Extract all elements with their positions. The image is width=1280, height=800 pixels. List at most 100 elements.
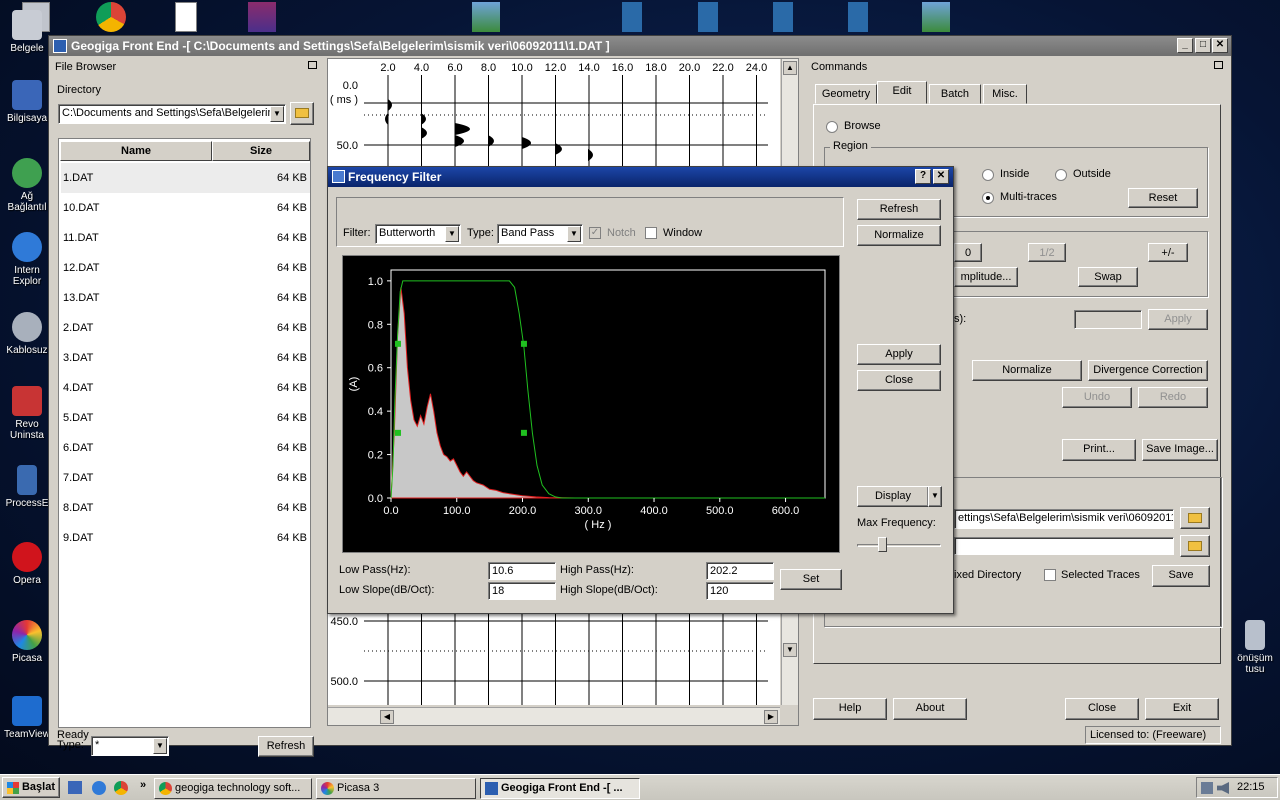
desktop-icon-documents[interactable]: Belgele: [4, 10, 50, 54]
notch-checkbox[interactable]: ✓: [589, 227, 601, 239]
scroll-right-arrow[interactable]: ▶: [764, 710, 778, 724]
browse-radio[interactable]: [826, 121, 838, 133]
dialog-close-button[interactable]: Close: [857, 370, 941, 391]
selected-traces-checkbox[interactable]: [1044, 569, 1056, 581]
browse-folder-button[interactable]: [290, 102, 314, 125]
display-menu-button[interactable]: ▼: [928, 486, 942, 507]
swap-button[interactable]: Swap: [1078, 267, 1138, 287]
quicklaunch-desktop-icon[interactable]: [68, 781, 82, 794]
folder-icon[interactable]: [698, 2, 718, 32]
max-frequency-slider[interactable]: [857, 535, 941, 555]
dialog-normalize-button[interactable]: Normalize: [857, 225, 941, 246]
close-button[interactable]: Close: [1065, 698, 1139, 720]
plus-minus-button[interactable]: +/-: [1148, 243, 1188, 262]
print-button[interactable]: Print...: [1062, 439, 1136, 461]
file-row[interactable]: 8.DAT 64 KB: [61, 493, 310, 523]
desktop-icon-computer[interactable]: Bilgisaya: [4, 80, 50, 124]
inside-radio[interactable]: [982, 169, 994, 181]
type-combo[interactable]: * ▼: [91, 736, 169, 756]
desktop-icon-recycle[interactable]: önüşüm tusu: [1232, 620, 1278, 675]
output-folder-button[interactable]: [1180, 507, 1210, 529]
quicklaunch-ie-icon[interactable]: [92, 781, 106, 795]
file-row[interactable]: 13.DAT 64 KB: [61, 283, 310, 313]
outside-radio[interactable]: [1055, 169, 1067, 181]
chevron-down-icon[interactable]: ▼: [153, 738, 167, 754]
chevron-down-icon[interactable]: ▼: [567, 226, 581, 242]
document-icon[interactable]: [175, 2, 197, 32]
exit-button[interactable]: Exit: [1145, 698, 1219, 720]
image-icon[interactable]: [922, 2, 950, 32]
file-row[interactable]: 3.DAT 64 KB: [61, 343, 310, 373]
help-button[interactable]: Help: [813, 698, 887, 720]
file-row[interactable]: 9.DAT 64 KB: [61, 523, 310, 553]
scale-input[interactable]: [1074, 310, 1142, 329]
task-geogiga-front-end[interactable]: Geogiga Front End -[ ...: [480, 778, 640, 799]
col-header-name[interactable]: Name: [60, 141, 212, 161]
chevron-down-icon[interactable]: ▼: [445, 226, 459, 242]
scroll-up-arrow[interactable]: ▲: [783, 61, 797, 75]
image-icon[interactable]: [472, 2, 500, 32]
zero-button[interactable]: 0: [954, 243, 982, 262]
start-button[interactable]: Başlat: [2, 777, 60, 798]
scroll-down-arrow[interactable]: ▼: [783, 643, 797, 657]
divergence-correction-button[interactable]: Divergence Correction: [1088, 360, 1208, 381]
volume-tray-icon[interactable]: [1217, 782, 1229, 794]
dialog-refresh-button[interactable]: Refresh: [857, 199, 941, 220]
desktop-icon-opera[interactable]: Opera: [4, 542, 50, 586]
set-button[interactable]: Set: [780, 569, 842, 590]
reset-button[interactable]: Reset: [1128, 188, 1198, 208]
file-row[interactable]: 4.DAT 64 KB: [61, 373, 310, 403]
desktop-icon-teamviewer[interactable]: TeamView: [4, 696, 50, 740]
slider-thumb[interactable]: [878, 537, 887, 552]
file-row[interactable]: 5.DAT 64 KB: [61, 403, 310, 433]
chevron-down-icon[interactable]: ▼: [270, 106, 284, 122]
display-button[interactable]: Display: [857, 486, 929, 507]
winrar-icon[interactable]: [248, 2, 276, 32]
panel-undock-icon[interactable]: [1214, 61, 1223, 69]
close-window-button[interactable]: ✕: [1212, 38, 1228, 53]
scroll-left-arrow[interactable]: ◀: [380, 710, 394, 724]
dialog-titlebar[interactable]: Frequency Filter: [328, 167, 953, 187]
undo-button[interactable]: Undo: [1062, 387, 1132, 408]
tab-geometry[interactable]: Geometry: [815, 84, 877, 104]
close-icon[interactable]: ✕: [933, 169, 949, 184]
file-row[interactable]: 7.DAT 64 KB: [61, 463, 310, 493]
file-row[interactable]: 10.DAT 64 KB: [61, 193, 310, 223]
desktop-icon-wireless[interactable]: Kablosuz: [4, 312, 50, 356]
file-row[interactable]: 6.DAT 64 KB: [61, 433, 310, 463]
file-row[interactable]: 11.DAT 64 KB: [61, 223, 310, 253]
maximize-button[interactable]: □: [1195, 38, 1211, 53]
file-refresh-button[interactable]: Refresh: [258, 736, 314, 757]
output-path-input[interactable]: ettings\Sefa\Belgelerim\sismik veri\0609…: [954, 509, 1174, 529]
directory-combo[interactable]: C:\Documents and Settings\Sefa\Belgeleri…: [58, 104, 286, 124]
chrome-icon[interactable]: [96, 2, 126, 32]
file-row[interactable]: 2.DAT 64 KB: [61, 313, 310, 343]
task-geogiga-browser[interactable]: geogiga technology soft...: [154, 778, 312, 799]
high-pass-input[interactable]: 202.2: [706, 562, 774, 580]
folder-icon[interactable]: [848, 2, 868, 32]
col-header-size[interactable]: Size: [212, 141, 310, 161]
dialog-apply-button[interactable]: Apply: [857, 344, 941, 365]
file-row[interactable]: 12.DAT 64 KB: [61, 253, 310, 283]
quicklaunch-expand-icon[interactable]: »: [140, 779, 146, 791]
network-tray-icon[interactable]: [1201, 782, 1213, 794]
about-button[interactable]: About: [893, 698, 967, 720]
tab-edit[interactable]: Edit: [877, 81, 927, 104]
amplitude-button[interactable]: mplitude...: [954, 267, 1018, 287]
desktop-icon-process[interactable]: ProcessE: [4, 465, 50, 509]
folder-icon[interactable]: [622, 2, 642, 32]
output-path-2-input[interactable]: [954, 537, 1174, 555]
normalize-button[interactable]: Normalize: [972, 360, 1082, 381]
quicklaunch-chrome-icon[interactable]: [114, 781, 128, 795]
desktop-icon-picasa[interactable]: Picasa: [4, 620, 50, 664]
window-titlebar[interactable]: Geogiga Front End -[ C:\Documents and Se…: [49, 36, 1231, 56]
output-folder-2-button[interactable]: [1180, 535, 1210, 557]
low-slope-input[interactable]: 18: [488, 582, 556, 600]
high-slope-input[interactable]: 120: [706, 582, 774, 600]
file-row[interactable]: 1.DAT 64 KB: [61, 163, 310, 193]
tab-batch[interactable]: Batch: [929, 84, 981, 104]
type-combo[interactable]: Band Pass ▼: [497, 224, 583, 244]
desktop-icon-ie[interactable]: Intern Explor: [4, 232, 50, 287]
half-button[interactable]: 1/2: [1028, 243, 1066, 262]
panel-undock-icon[interactable]: [308, 61, 317, 69]
